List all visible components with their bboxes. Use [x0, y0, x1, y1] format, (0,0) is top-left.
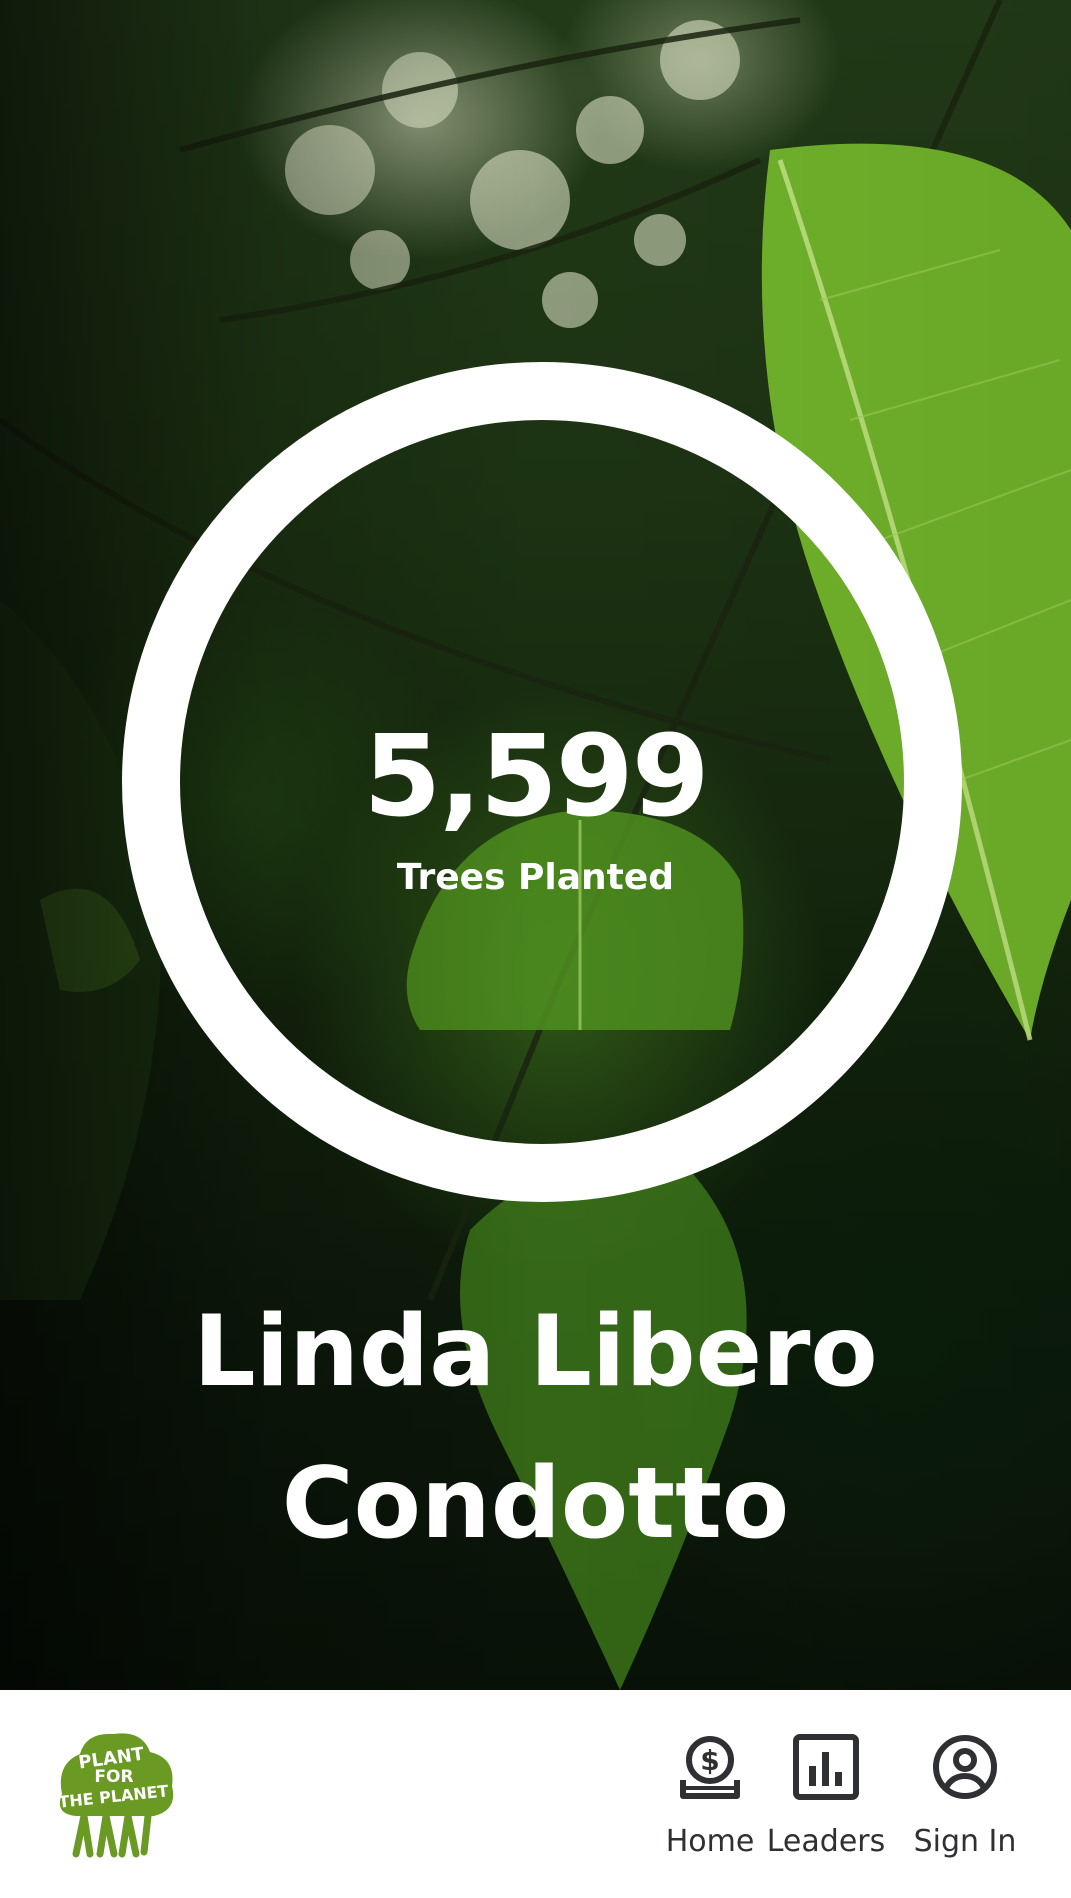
plant-for-the-planet-logo[interactable]: PLANT FOR THE PLANET: [50, 1724, 180, 1864]
donate-icon: $: [680, 1736, 740, 1799]
app-screen: 5,599 Trees Planted Linda Libero Condott…: [0, 0, 1071, 1898]
nav-home-label: Home: [665, 1824, 755, 1859]
nav-home[interactable]: $ Home: [644, 1732, 776, 1860]
svg-text:$: $: [700, 1744, 719, 1777]
logo-text-for: FOR: [94, 1767, 133, 1787]
bottom-navigation-bar: PLANT FOR THE PLANET $ Home Leaders Sign…: [0, 1690, 1071, 1898]
trees-planted-label: Trees Planted: [396, 857, 675, 898]
leaderboard-icon: [793, 1734, 859, 1800]
nav-sign-in[interactable]: Sign In: [904, 1732, 1026, 1860]
trees-planted-count: 5,599: [363, 712, 709, 842]
user-icon: [933, 1735, 997, 1799]
nav-leaders-label: Leaders: [766, 1824, 886, 1859]
nav-leaders[interactable]: Leaders: [760, 1732, 892, 1860]
user-name: Linda Libero Condotto: [193, 1295, 878, 1561]
nav-sign-in-label: Sign In: [913, 1824, 1017, 1859]
